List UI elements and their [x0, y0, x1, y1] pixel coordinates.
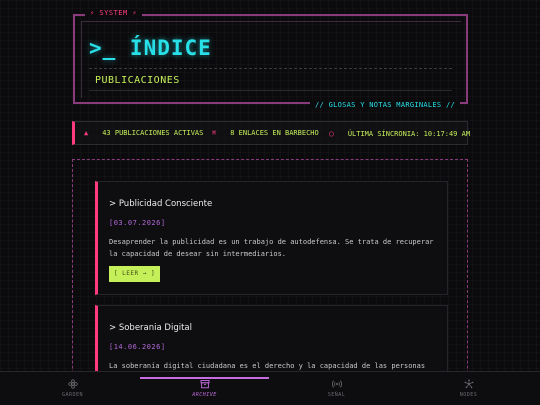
title-divider — [89, 68, 452, 69]
nav-label: ARCHIVE — [192, 392, 217, 398]
status-active-text: 43 PUBLICACIONES ACTIVAS — [102, 129, 204, 137]
nav-label: NODES — [459, 392, 478, 398]
nodes-icon — [464, 379, 473, 389]
warning-triangle-icon: ▲ — [84, 129, 89, 137]
nav-archive[interactable]: ARCHIVE — [137, 372, 272, 405]
post-date: [03.07.2026] — [109, 219, 166, 227]
subtitle-divider — [89, 90, 452, 91]
flower-icon — [67, 379, 78, 389]
nav-nodes[interactable]: NODES — [401, 372, 536, 405]
status-active-posts: ▲ 43 PUBLICACIONES ACTIVAS — [84, 129, 203, 137]
status-fallow-links: ⌘ 8 ENLACES EN BARBECHO — [212, 129, 319, 137]
link-command-icon: ⌘ — [212, 129, 217, 137]
nav-label: GARDEN — [61, 392, 84, 398]
status-links-text: 8 ENLACES EN BARBECHO — [230, 129, 319, 137]
status-last-sync: ○ ÚLTIMA SÍNCRONIA: 10:17:49 AM — [329, 129, 470, 138]
post-date: [14.06.2026] — [109, 343, 166, 351]
nav-garden[interactable]: GARDEN — [5, 372, 140, 405]
archive-list: > Publicidad Consciente [03.07.2026] Des… — [72, 159, 468, 405]
header-panel: ⚡ SYSTEM ⚡ >_ ÍNDICE PUBLICACIONES // GL… — [73, 9, 468, 109]
page-subtitle: PUBLICACIONES — [95, 75, 180, 86]
status-sync-text: ÚLTIMA SÍNCRONIA: 10:17:49 AM — [347, 130, 471, 138]
glosas-tag: // GLOSAS Y NOTAS MARGINALES // — [310, 101, 460, 109]
sync-circle-icon: ○ — [329, 129, 334, 138]
nav-signal[interactable]: SEÑAL — [269, 372, 404, 405]
page-title: >_ ÍNDICE — [89, 36, 212, 60]
bottom-nav: GARDEN ARCHIVE SEÑAL NODES — [0, 371, 540, 405]
status-bar: ▲ 43 PUBLICACIONES ACTIVAS ⌘ 8 ENLACES EN … — [72, 121, 470, 145]
post-excerpt: Desaprender la publicidad es un trabajo … — [109, 238, 434, 258]
post-title[interactable]: > Publicidad Consciente — [109, 199, 212, 209]
system-tag: ⚡ SYSTEM ⚡ — [85, 9, 143, 17]
signal-icon — [331, 380, 342, 388]
read-more-button[interactable]: [ LEER → ] — [109, 266, 160, 282]
archive-box-icon — [200, 380, 209, 389]
post-title[interactable]: > Soberania Digital — [109, 323, 192, 333]
post-card[interactable]: > Publicidad Consciente [03.07.2026] Des… — [95, 181, 448, 295]
nav-label: SEÑAL — [327, 392, 346, 398]
